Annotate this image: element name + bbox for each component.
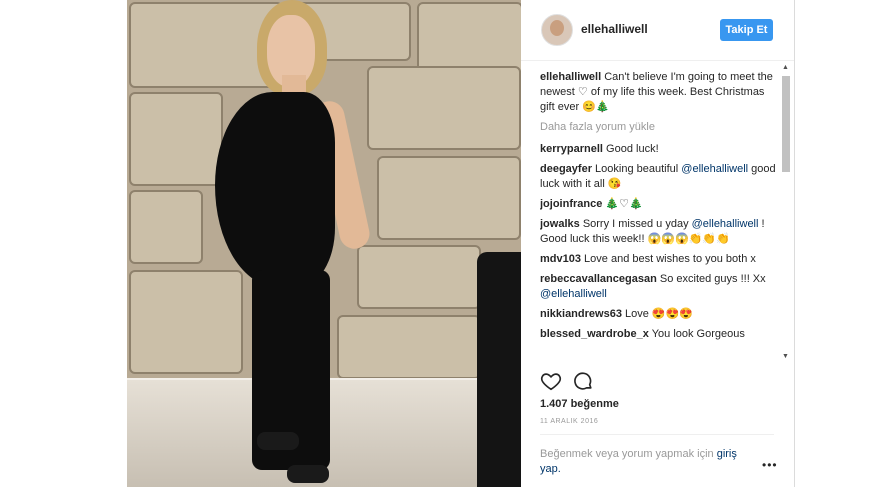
more-options-icon[interactable]: ••• (762, 458, 778, 472)
comment-user[interactable]: deegayfer (540, 163, 592, 175)
caption-user[interactable]: ellehalliwell (540, 71, 601, 83)
post-photo[interactable] (127, 0, 521, 487)
comment-user[interactable]: jojoinfrance (540, 198, 602, 210)
comment: nikkiandrews63 Love 😍😍😍 (540, 307, 777, 322)
caption: ellehalliwell Can't believe I'm going to… (540, 70, 777, 115)
comment: jojoinfrance 🎄♡🎄 (540, 197, 777, 212)
post-date: 11 ARALIK 2016 (540, 418, 599, 425)
comment: blessed_wardrobe_x You look Gorgeous (540, 327, 777, 342)
scroll-down-icon[interactable]: ▼ (782, 353, 789, 360)
comment-user[interactable]: rebeccavallancegasan (540, 273, 657, 285)
comment: rebeccavallancegasan So excited guys !!!… (540, 272, 777, 302)
post-header: ellehalliwell Takip Et (521, 0, 794, 61)
post-sidebar: ellehalliwell Takip Et ellehalliwell Can… (521, 0, 794, 487)
comment: kerryparnell Good luck! (540, 142, 777, 157)
comment-text: You look Gorgeous (651, 328, 745, 340)
person (215, 92, 335, 287)
comment-mention[interactable]: @ellehalliwell (540, 288, 607, 300)
scrollbar-thumb[interactable] (782, 76, 790, 172)
comment: deegayfer Looking beautiful @ellehalliwe… (540, 162, 777, 192)
heart-icon[interactable] (540, 370, 562, 392)
login-prompt-text: Beğenmek veya yorum yapmak için (540, 448, 714, 460)
comment-text: Looking beautiful (595, 163, 679, 175)
likes-count[interactable]: 1.407 beğenme (540, 398, 619, 410)
login-prompt: Beğenmek veya yorum yapmak için giriş ya… (540, 447, 750, 477)
comment-user[interactable]: jowalks (540, 218, 580, 230)
comments-scrollbar[interactable]: ▲ ▼ (779, 62, 791, 360)
follow-button[interactable]: Takip Et (720, 19, 773, 41)
comment-text: Love and best wishes to you both x (584, 253, 756, 265)
scroll-up-icon[interactable]: ▲ (782, 64, 789, 71)
comment-icon[interactable] (572, 370, 594, 392)
comment-user[interactable]: mdv103 (540, 253, 581, 265)
comment: mdv103 Love and best wishes to you both … (540, 252, 777, 267)
post-username[interactable]: ellehalliwell (581, 22, 648, 36)
divider (540, 434, 774, 435)
comment-mention[interactable]: @ellehalliwell (692, 218, 759, 230)
instagram-post: ellehalliwell Takip Et ellehalliwell Can… (127, 0, 795, 487)
chair (477, 252, 521, 487)
comment-text: Sorry I missed u yday (582, 218, 689, 230)
comment-text: So excited guys !!! Xx (659, 273, 766, 285)
avatar[interactable] (541, 14, 573, 46)
comment: jowalks Sorry I missed u yday @ellehalli… (540, 217, 777, 247)
load-more-comments[interactable]: Daha fazla yorum yükle (540, 120, 777, 135)
comment-mention[interactable]: @ellehalliwell (681, 163, 748, 175)
comment-text: Love 😍😍😍 (625, 308, 693, 320)
comment-user[interactable]: kerryparnell (540, 143, 603, 155)
comments-list: ellehalliwell Can't believe I'm going to… (540, 70, 777, 360)
comment-text: 🎄♡🎄 (605, 198, 643, 210)
comment-user[interactable]: nikkiandrews63 (540, 308, 622, 320)
comment-user[interactable]: blessed_wardrobe_x (540, 328, 649, 340)
comment-text: Good luck! (606, 143, 659, 155)
